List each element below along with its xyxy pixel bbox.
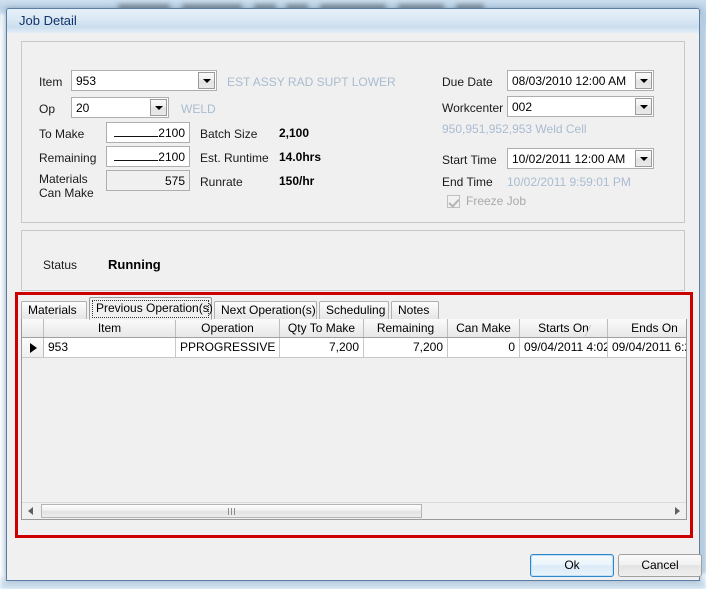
runrate-value: 150/hr — [279, 174, 315, 188]
dialog-title-bar: Job Detail — [7, 9, 699, 33]
grid-empty-area — [22, 358, 686, 502]
start-time-label: Start Time — [442, 153, 497, 167]
grid-header-starts-on[interactable]: Starts On ╱ — [520, 319, 608, 337]
grid-header-operation[interactable]: Operation — [176, 319, 280, 337]
workcenter-value: 002 — [512, 100, 533, 114]
chevron-down-icon[interactable] — [150, 99, 167, 116]
item-description: EST ASSY RAD SUPT LOWER — [227, 75, 396, 89]
scroll-left-arrow-icon[interactable] — [22, 503, 39, 519]
checkmark-icon — [447, 195, 460, 208]
grid-header-qty-to-make[interactable]: Qty To Make — [280, 319, 364, 337]
workcenter-description: 950,951,952,953 Weld Cell — [442, 122, 587, 136]
runrate-label: Runrate — [200, 175, 243, 189]
tab-materials[interactable]: Materials — [21, 301, 87, 319]
chevron-down-icon[interactable] — [635, 72, 652, 89]
remaining-value: 2100 — [158, 150, 185, 164]
workcenter-label: Workcenter — [442, 101, 504, 115]
chevron-down-icon[interactable] — [635, 150, 652, 167]
sort-ascending-icon: ╱ — [584, 326, 591, 337]
batch-size-value: 2,100 — [279, 126, 310, 140]
cell-qty-to-make[interactable]: 7,200 — [280, 338, 364, 357]
to-make-value: 2100 — [158, 126, 185, 140]
cell-can-make[interactable]: 0 — [448, 338, 520, 357]
dialog-title: Job Detail — [19, 13, 77, 28]
materials-can-make-label-line1: Materials — [39, 172, 88, 186]
tab-materials-label: Materials — [28, 303, 77, 317]
start-time-picker[interactable]: 10/02/2011 12:00 AM — [507, 148, 654, 169]
due-date-label: Due Date — [442, 75, 493, 89]
ok-button[interactable]: Ok — [530, 554, 614, 577]
triangle-left-icon — [28, 507, 33, 515]
chevron-down-icon[interactable] — [635, 98, 652, 115]
grid-header-can-make[interactable]: Can Make — [448, 319, 520, 337]
item-label: Item — [39, 75, 63, 89]
tab-notes-label: Notes — [398, 303, 430, 317]
item-combobox-value: 953 — [76, 74, 97, 88]
op-combobox[interactable]: 20 — [71, 97, 169, 118]
end-time-label: End Time — [442, 175, 493, 189]
status-value: Running — [108, 257, 161, 272]
grid-header-ends-on[interactable]: Ends On — [608, 319, 686, 337]
grid-header-starts-on-label: Starts On — [538, 321, 589, 335]
due-date-picker[interactable]: 08/03/2010 12:00 AM — [507, 70, 654, 91]
workcenter-combobox[interactable]: 002 — [507, 96, 654, 117]
triangle-right-icon — [675, 507, 680, 515]
start-time-value: 10/02/2011 12:00 AM — [512, 152, 626, 166]
remaining-mask-underline — [114, 160, 158, 161]
item-combobox[interactable]: 953 — [71, 70, 217, 91]
due-date-value: 08/03/2010 12:00 AM — [512, 74, 627, 88]
grid-header-remaining[interactable]: Remaining — [364, 319, 448, 337]
chevron-down-icon[interactable] — [198, 72, 215, 89]
job-detail-dialog: Job Detail Item 953 EST ASSY RAD SUPT LO… — [6, 8, 702, 581]
tab-previous-operations[interactable]: Previous Operation(s) — [89, 297, 213, 320]
tab-focus-outline — [92, 300, 209, 318]
tab-next-operations-label: Next Operation(s) — [221, 303, 316, 317]
to-make-mask-underline — [114, 136, 158, 137]
materials-can-make-value-box: 575 — [106, 170, 190, 191]
table-row[interactable]: 953 PPROGRESSIVE 7,200 7,200 0 09/04/201… — [22, 338, 686, 358]
op-description: WELD — [181, 102, 216, 116]
op-combobox-value: 20 — [76, 101, 90, 115]
grid-header-row: Item Operation Qty To Make Remaining Can… — [22, 319, 686, 338]
previous-operations-grid[interactable]: Item Operation Qty To Make Remaining Can… — [21, 319, 687, 520]
tab-scheduling-label: Scheduling — [326, 303, 386, 317]
est-runtime-value: 14.0hrs — [279, 150, 322, 164]
status-label: Status — [43, 258, 78, 272]
remaining-input[interactable]: 2100 — [106, 146, 190, 167]
materials-can-make-label-line2: Can Make — [39, 186, 94, 200]
cell-remaining[interactable]: 7,200 — [364, 338, 448, 357]
freeze-job-label: Freeze Job — [466, 194, 527, 208]
grid-corner-header — [22, 319, 44, 337]
scrollbar-grip-icon — [227, 508, 236, 515]
scroll-right-arrow-icon[interactable] — [669, 503, 686, 519]
tab-scheduling[interactable]: Scheduling — [319, 301, 389, 319]
remaining-label: Remaining — [39, 151, 97, 165]
grid-header-item[interactable]: Item — [44, 319, 176, 337]
cell-ends-on[interactable]: 09/04/2011 6:26 — [608, 338, 686, 357]
grid-horizontal-scrollbar[interactable] — [22, 502, 686, 519]
materials-can-make-value: 575 — [164, 174, 185, 188]
est-runtime-label: Est. Runtime — [200, 151, 269, 165]
row-selector[interactable] — [22, 338, 44, 357]
tab-strip: Materials Previous Operation(s) Next Ope… — [21, 297, 687, 320]
cell-item[interactable]: 953 — [44, 338, 176, 357]
tab-next-operations[interactable]: Next Operation(s) — [214, 301, 317, 319]
tab-notes[interactable]: Notes — [391, 301, 439, 319]
cancel-button[interactable]: Cancel — [618, 554, 702, 577]
op-label: Op — [39, 102, 56, 116]
current-row-arrow-icon — [30, 343, 37, 353]
cell-starts-on[interactable]: 09/04/2011 4:02 — [520, 338, 608, 357]
batch-size-label: Batch Size — [200, 127, 258, 141]
cell-operation[interactable]: PPROGRESSIVE — [176, 338, 280, 357]
to-make-input[interactable]: 2100 — [106, 122, 190, 143]
end-time-value: 10/02/2011 9:59:01 PM — [507, 175, 631, 189]
to-make-label: To Make — [39, 127, 85, 141]
scrollbar-thumb[interactable] — [41, 504, 422, 518]
